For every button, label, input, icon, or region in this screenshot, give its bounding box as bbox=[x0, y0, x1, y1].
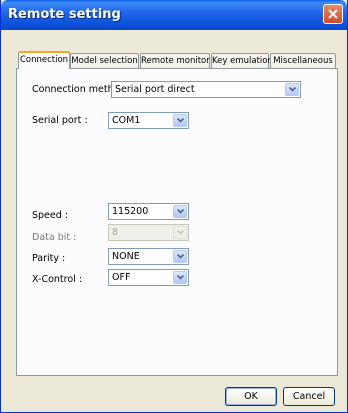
speed-select[interactable]: 115200 bbox=[108, 203, 189, 220]
serial-port-select[interactable]: COM1 bbox=[108, 112, 189, 129]
chevron-down-icon[interactable] bbox=[285, 83, 299, 96]
remote-setting-dialog: Remote setting Connection Model selectio… bbox=[0, 0, 348, 413]
x-control-value: OFF bbox=[112, 272, 131, 283]
tab-remote-monitor[interactable]: Remote monitor bbox=[140, 53, 210, 68]
chevron-down-icon[interactable] bbox=[173, 271, 187, 284]
title-bar[interactable]: Remote setting bbox=[1, 0, 347, 30]
ok-button[interactable]: OK bbox=[225, 387, 277, 406]
chevron-down-icon bbox=[173, 226, 187, 239]
chevron-down-icon[interactable] bbox=[173, 114, 187, 127]
connection-method-select[interactable]: Serial port direct bbox=[111, 81, 301, 98]
data-bit-value: 8 bbox=[112, 227, 119, 238]
window-title: Remote setting bbox=[8, 7, 121, 22]
tab-connection[interactable]: Connection bbox=[18, 51, 70, 69]
parity-value: NONE bbox=[112, 251, 140, 262]
serial-port-value: COM1 bbox=[112, 115, 141, 126]
connection-panel: Connection method : Serial port direct S… bbox=[16, 68, 338, 376]
data-bit-label: Data bit : bbox=[32, 232, 77, 243]
close-button[interactable] bbox=[323, 4, 343, 24]
chevron-down-icon[interactable] bbox=[173, 205, 187, 218]
speed-label: Speed : bbox=[32, 210, 69, 221]
close-icon bbox=[328, 9, 338, 19]
serial-port-label: Serial port : bbox=[32, 115, 88, 126]
connection-method-value: Serial port direct bbox=[115, 84, 195, 95]
parity-select[interactable]: NONE bbox=[108, 248, 189, 265]
cancel-button[interactable]: Cancel bbox=[283, 387, 335, 406]
tab-miscellaneous[interactable]: Miscellaneous bbox=[270, 53, 336, 68]
tab-key-emulation[interactable]: Key emulation bbox=[211, 53, 273, 68]
x-control-select[interactable]: OFF bbox=[108, 269, 189, 286]
tab-model-selection[interactable]: Model selection bbox=[70, 53, 139, 68]
speed-value: 115200 bbox=[112, 206, 149, 217]
data-bit-select: 8 bbox=[108, 224, 189, 241]
x-control-label: X-Control : bbox=[32, 274, 83, 285]
chevron-down-icon[interactable] bbox=[173, 250, 187, 263]
parity-label: Parity : bbox=[32, 253, 66, 264]
